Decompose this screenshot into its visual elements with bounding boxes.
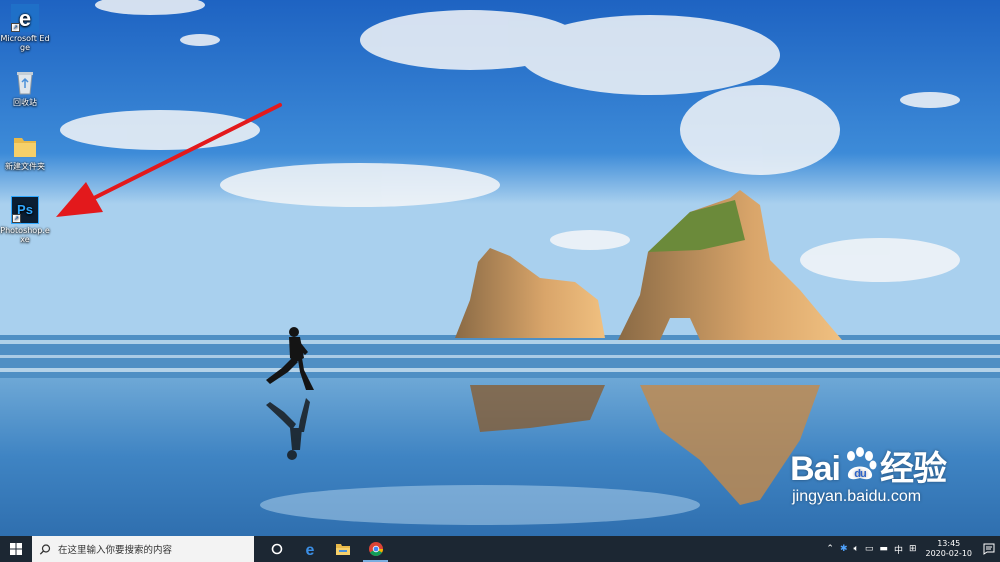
- start-button[interactable]: [0, 536, 32, 562]
- taskbar-chrome-button[interactable]: [359, 536, 392, 562]
- watermark-url: jingyan.baidu.com: [792, 488, 922, 505]
- edge-icon: e ↗: [11, 4, 39, 32]
- taskbar: 在这里输入你要搜索的内容 e ⌃ ✱ 🔈︎ ▭ ▬ 中 ⊞ 13:45 2020…: [0, 536, 1000, 562]
- taskbar-edge-button[interactable]: e: [293, 536, 326, 562]
- recycle-bin-icon: [11, 68, 39, 96]
- taskbar-search-box[interactable]: 在这里输入你要搜索的内容: [32, 536, 254, 562]
- bluetooth-icon[interactable]: ✱: [837, 544, 851, 554]
- windows-logo-icon: [10, 543, 22, 555]
- desktop-icon-photoshop[interactable]: Ps ↗ Photoshop.exe: [0, 196, 50, 244]
- desktop-icon-label: Microsoft Edge: [0, 34, 50, 52]
- notification-icon: [983, 543, 995, 555]
- desktop-icon-label: 新建文件夹: [5, 162, 45, 171]
- edge-icon: e: [305, 542, 314, 557]
- shortcut-arrow-icon: ↗: [12, 214, 21, 223]
- volume-icon[interactable]: 🔈︎: [851, 544, 862, 554]
- photoshop-icon: Ps ↗: [11, 196, 39, 224]
- file-explorer-icon: [335, 544, 350, 555]
- desktop-icon-label: 回收站: [13, 98, 37, 107]
- baidu-paw-icon: du: [847, 447, 877, 480]
- desktop-icon-recycle-bin[interactable]: 回收站: [0, 68, 50, 107]
- clock-time: 13:45: [937, 539, 961, 548]
- svg-text:e: e: [305, 542, 314, 557]
- battery-icon[interactable]: ▬: [876, 544, 891, 554]
- svg-text:e: e: [19, 6, 31, 31]
- cortana-button[interactable]: [260, 536, 293, 562]
- desktop-icon-label: Photoshop.exe: [0, 226, 50, 244]
- cortana-icon: [271, 543, 282, 555]
- clock-date: 2020-02-10: [925, 549, 973, 558]
- system-tray: ⌃ ✱ 🔈︎ ▭ ▬ 中 ⊞ 13:45 2020-02-10: [823, 536, 1000, 562]
- desktop-icon-new-folder[interactable]: 新建文件夹: [0, 132, 50, 171]
- search-placeholder: 在这里输入你要搜索的内容: [58, 545, 173, 556]
- input-mode-icon[interactable]: ⊞: [906, 544, 920, 554]
- ime-indicator[interactable]: 中: [891, 543, 906, 556]
- network-icon[interactable]: ▭: [862, 544, 877, 554]
- shortcut-arrow-icon: ↗: [11, 23, 20, 32]
- clock[interactable]: 13:45 2020-02-10: [920, 539, 979, 559]
- watermark-brand-right: 经验: [880, 450, 947, 488]
- taskbar-file-explorer-button[interactable]: [326, 536, 359, 562]
- chrome-icon: [368, 542, 383, 556]
- search-icon: [39, 543, 51, 555]
- show-hidden-icons-chevron-icon[interactable]: ⌃: [823, 544, 837, 554]
- desktop-wallpaper: e ↗ Microsoft Edge 回收站 新建文件夹 Ps ↗ Photos…: [0, 0, 1000, 536]
- watermark-brand-left: Bai: [790, 450, 841, 488]
- baidu-jingyan-watermark: Bai du 经验 jingyan.baidu.com: [790, 441, 947, 506]
- svg-text:du: du: [854, 468, 866, 480]
- notification-center-button[interactable]: [978, 536, 1000, 562]
- folder-icon: [11, 132, 39, 160]
- desktop-icon-edge[interactable]: e ↗ Microsoft Edge: [0, 4, 50, 52]
